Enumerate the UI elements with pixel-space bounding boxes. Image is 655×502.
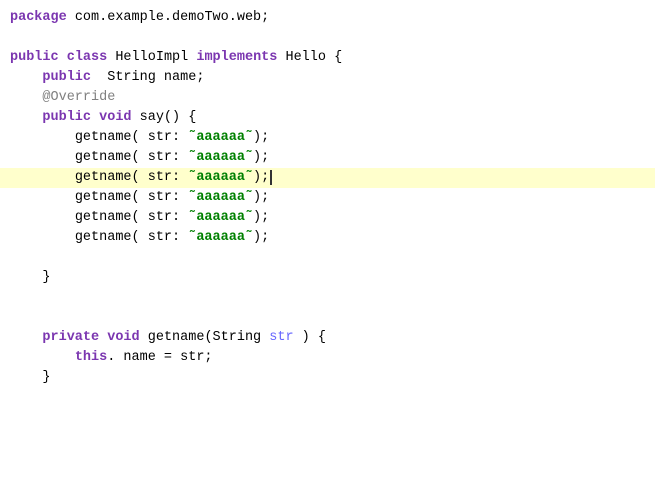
code-line-10: getname( str: ˜aaaaaa˜); [0,188,655,208]
code-line-8: getname( str: ˜aaaaaa˜); [0,148,655,168]
code-line-5: @Override [0,88,655,108]
code-line-12: getname( str: ˜aaaaaa˜); [0,228,655,248]
code-editor: package com.example.demoTwo.web; public c… [0,0,655,502]
code-line-14: } [0,268,655,288]
code-line-11: getname( str: ˜aaaaaa˜); [0,208,655,228]
code-area: package com.example.demoTwo.web; public c… [0,0,655,396]
code-line-15 [0,288,655,308]
code-line-7: getname( str: ˜aaaaaa˜); [0,128,655,148]
code-line-16 [0,308,655,328]
code-line-4: public String name; [0,68,655,88]
code-line-19: } [0,368,655,388]
code-line-3: public class HelloImpl implements Hello … [0,48,655,68]
code-line-9: getname( str: ˜aaaaaa˜); [0,168,655,188]
code-line-2 [0,28,655,48]
code-line-1: package com.example.demoTwo.web; [0,8,655,28]
cursor [270,170,272,185]
code-line-6: public void say() { [0,108,655,128]
code-line-17: private void getname(String str ) { [0,328,655,348]
code-line-13 [0,248,655,268]
code-line-18: this. name = str; [0,348,655,368]
